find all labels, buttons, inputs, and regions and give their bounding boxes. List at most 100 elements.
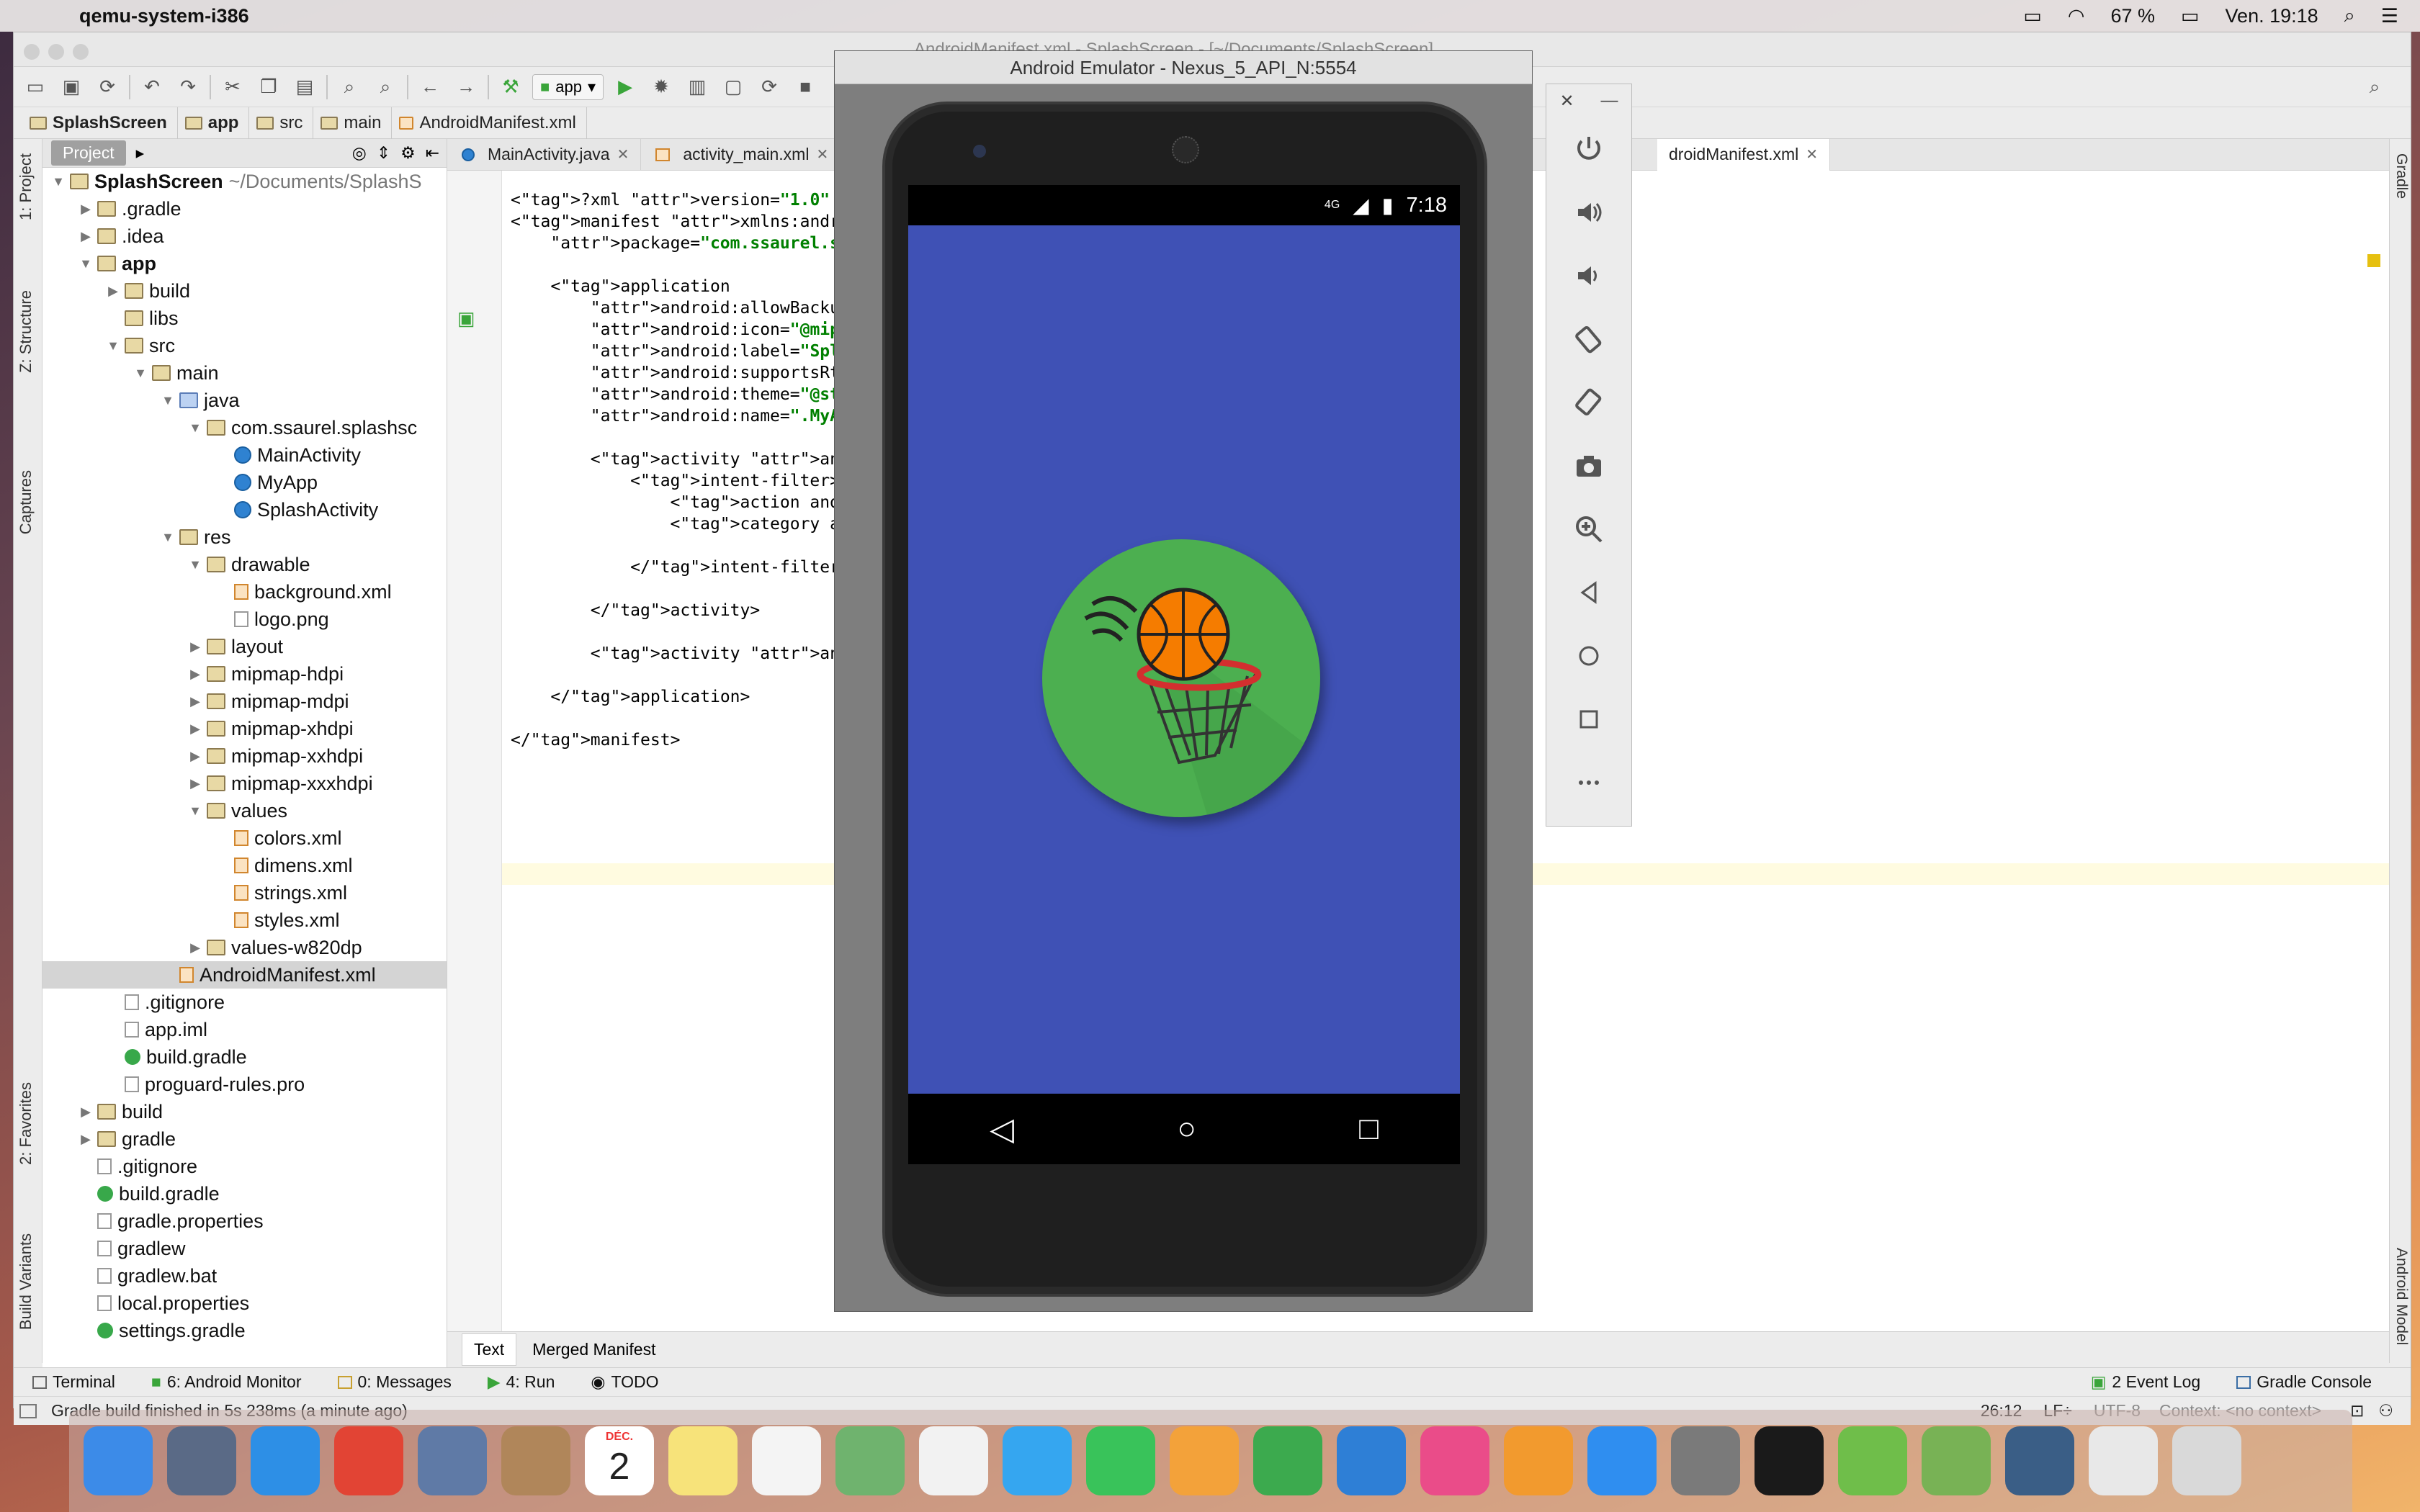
emulator-title[interactable]: Android Emulator - Nexus_5_API_N:5554 xyxy=(835,51,1532,84)
photos-icon[interactable] xyxy=(919,1426,988,1495)
nav-back-icon[interactable]: ◁ xyxy=(990,1111,1014,1148)
chevron-down-icon[interactable]: ▼ xyxy=(159,530,176,545)
tree-item[interactable]: ▼ drawable xyxy=(42,551,447,578)
battery-icon[interactable]: ▭ xyxy=(2181,5,2200,27)
undo-icon[interactable]: ↶ xyxy=(138,73,166,102)
facetime-icon[interactable] xyxy=(1086,1426,1155,1495)
tab-text[interactable]: Text xyxy=(462,1333,517,1366)
notes-icon[interactable] xyxy=(668,1426,738,1495)
display-icon[interactable]: ▭ xyxy=(2023,5,2042,27)
chrome-icon[interactable] xyxy=(334,1426,403,1495)
volume-up-button[interactable] xyxy=(1546,181,1631,244)
tool-run[interactable]: ▶ 4: Run xyxy=(469,1372,572,1392)
chevron-right-icon[interactable]: ▶ xyxy=(104,284,122,299)
close-window-button[interactable] xyxy=(24,44,40,60)
tree-item[interactable]: ▼ src xyxy=(42,332,447,359)
tree-item[interactable]: ▶ mipmap-mdpi xyxy=(42,688,447,715)
chevron-down-icon[interactable]: ▼ xyxy=(104,338,122,354)
tool-captures[interactable]: Captures xyxy=(17,470,35,534)
tree-item[interactable]: styles.xml xyxy=(42,906,447,934)
tree-item[interactable]: ▼ java xyxy=(42,387,447,414)
forward-nav-icon[interactable]: → xyxy=(452,73,480,102)
splash-screen[interactable] xyxy=(908,225,1460,1094)
volume-down-button[interactable] xyxy=(1546,244,1631,307)
tree-item[interactable]: ▶ .gradle xyxy=(42,195,447,222)
messages-icon[interactable] xyxy=(1003,1426,1072,1495)
tree-item[interactable]: SplashActivity xyxy=(42,496,447,523)
chevron-right-icon[interactable]: ▶ xyxy=(77,229,94,244)
reminders-icon[interactable] xyxy=(752,1426,821,1495)
chevron-right-icon[interactable]: ▸ xyxy=(136,143,145,163)
tree-item[interactable]: logo.png xyxy=(42,606,447,633)
tree-item[interactable]: ▶ build xyxy=(42,277,447,305)
chevron-right-icon[interactable]: ▶ xyxy=(187,721,204,737)
tool-android-monitor[interactable]: ■ 6: Android Monitor xyxy=(133,1372,319,1392)
breadcrumb-item[interactable]: main xyxy=(313,107,393,139)
tool-event-log[interactable]: ▣ 2 Event Log xyxy=(2072,1372,2218,1392)
tree-item[interactable]: gradlew.bat xyxy=(42,1262,447,1290)
save-all-icon[interactable]: ▣ xyxy=(57,73,86,102)
paste-icon[interactable]: ▤ xyxy=(290,73,319,102)
tree-item[interactable]: colors.xml xyxy=(42,824,447,852)
tool-messages[interactable]: 0: Messages xyxy=(319,1372,469,1392)
sync-icon[interactable]: ⟳ xyxy=(93,73,122,102)
chevron-down-icon[interactable]: ▼ xyxy=(187,557,204,572)
chevron-right-icon[interactable]: ▶ xyxy=(77,1104,94,1120)
finder-icon[interactable] xyxy=(84,1426,153,1495)
rotate-right-button[interactable] xyxy=(1546,371,1631,434)
notification-center-icon[interactable]: ☰ xyxy=(2381,5,2398,27)
chevron-right-icon[interactable]: ▶ xyxy=(77,1132,94,1147)
close-tab-icon[interactable]: ✕ xyxy=(1806,145,1818,163)
chevron-right-icon[interactable]: ▶ xyxy=(187,639,204,654)
tree-item[interactable]: ▶ layout xyxy=(42,633,447,660)
project-view-tab[interactable]: Project xyxy=(51,140,126,166)
tree-item[interactable]: ▶ build xyxy=(42,1098,447,1125)
tree-item[interactable]: strings.xml xyxy=(42,879,447,906)
replace-icon[interactable]: ⌕ xyxy=(371,73,400,102)
app-store-icon[interactable] xyxy=(1587,1426,1657,1495)
keynote-icon[interactable] xyxy=(1337,1426,1406,1495)
tree-item[interactable]: AndroidManifest.xml xyxy=(42,961,447,989)
find-icon[interactable]: ⌕ xyxy=(335,73,364,102)
calendar-icon[interactable]: DÉC. 2 xyxy=(585,1426,654,1495)
tree-item[interactable]: ▶ mipmap-hdpi xyxy=(42,660,447,688)
tree-item[interactable]: ▶ gradle xyxy=(42,1125,447,1153)
emulator-icon[interactable] xyxy=(1922,1426,1991,1495)
back-nav-icon[interactable]: ← xyxy=(416,73,444,102)
tree-item[interactable]: ▶ mipmap-xhdpi xyxy=(42,715,447,742)
tree-item[interactable]: libs xyxy=(42,305,447,332)
chevron-down-icon[interactable]: ▼ xyxy=(187,804,204,819)
make-project-icon[interactable]: ⚒ xyxy=(496,73,525,102)
power-button[interactable] xyxy=(1546,117,1631,181)
tree-item[interactable]: app.iml xyxy=(42,1016,447,1043)
menubar-clock[interactable]: Ven. 19:18 xyxy=(2226,5,2318,27)
chevron-right-icon[interactable]: ▶ xyxy=(187,694,204,709)
zoom-window-button[interactable] xyxy=(73,44,89,60)
tool-todo[interactable]: ◉ TODO xyxy=(572,1372,676,1392)
search-everywhere-icon[interactable]: ⌕ xyxy=(2360,73,2389,102)
tool-gradle-console[interactable]: Gradle Console xyxy=(2218,1372,2389,1392)
warning-marker[interactable] xyxy=(2367,254,2380,267)
tree-item[interactable]: .gitignore xyxy=(42,1153,447,1180)
tree-item[interactable]: ▼ app xyxy=(42,250,447,277)
quicktime-icon[interactable] xyxy=(2005,1426,2074,1495)
apply-changes-icon[interactable]: ⟳ xyxy=(755,73,784,102)
safari-icon[interactable] xyxy=(251,1426,320,1495)
launchpad-icon[interactable] xyxy=(167,1426,236,1495)
close-tab-icon[interactable]: ✕ xyxy=(816,145,828,163)
more-button[interactable] xyxy=(1546,751,1631,814)
collapse-icon[interactable]: ⇕ xyxy=(377,143,390,163)
tree-item[interactable]: MainActivity xyxy=(42,441,447,469)
tool-android-model[interactable]: Android Model xyxy=(2393,1248,2410,1345)
breadcrumb-item[interactable]: AndroidManifest.xml xyxy=(392,107,587,139)
close-emulator-icon[interactable]: ✕ xyxy=(1559,91,1574,112)
maps-icon[interactable] xyxy=(835,1426,905,1495)
chevron-right-icon[interactable]: ▶ xyxy=(187,667,204,682)
tree-item[interactable]: proguard-rules.pro xyxy=(42,1071,447,1098)
hide-panel-icon[interactable]: ⇤ xyxy=(426,143,439,163)
tool-structure[interactable]: Z: Structure xyxy=(17,290,35,373)
contacts-icon[interactable] xyxy=(501,1426,570,1495)
run-config-select[interactable]: ■ app ▾ xyxy=(532,73,604,100)
tool-build-variants[interactable]: Build Variants xyxy=(17,1233,35,1330)
zoom-button[interactable] xyxy=(1546,498,1631,561)
